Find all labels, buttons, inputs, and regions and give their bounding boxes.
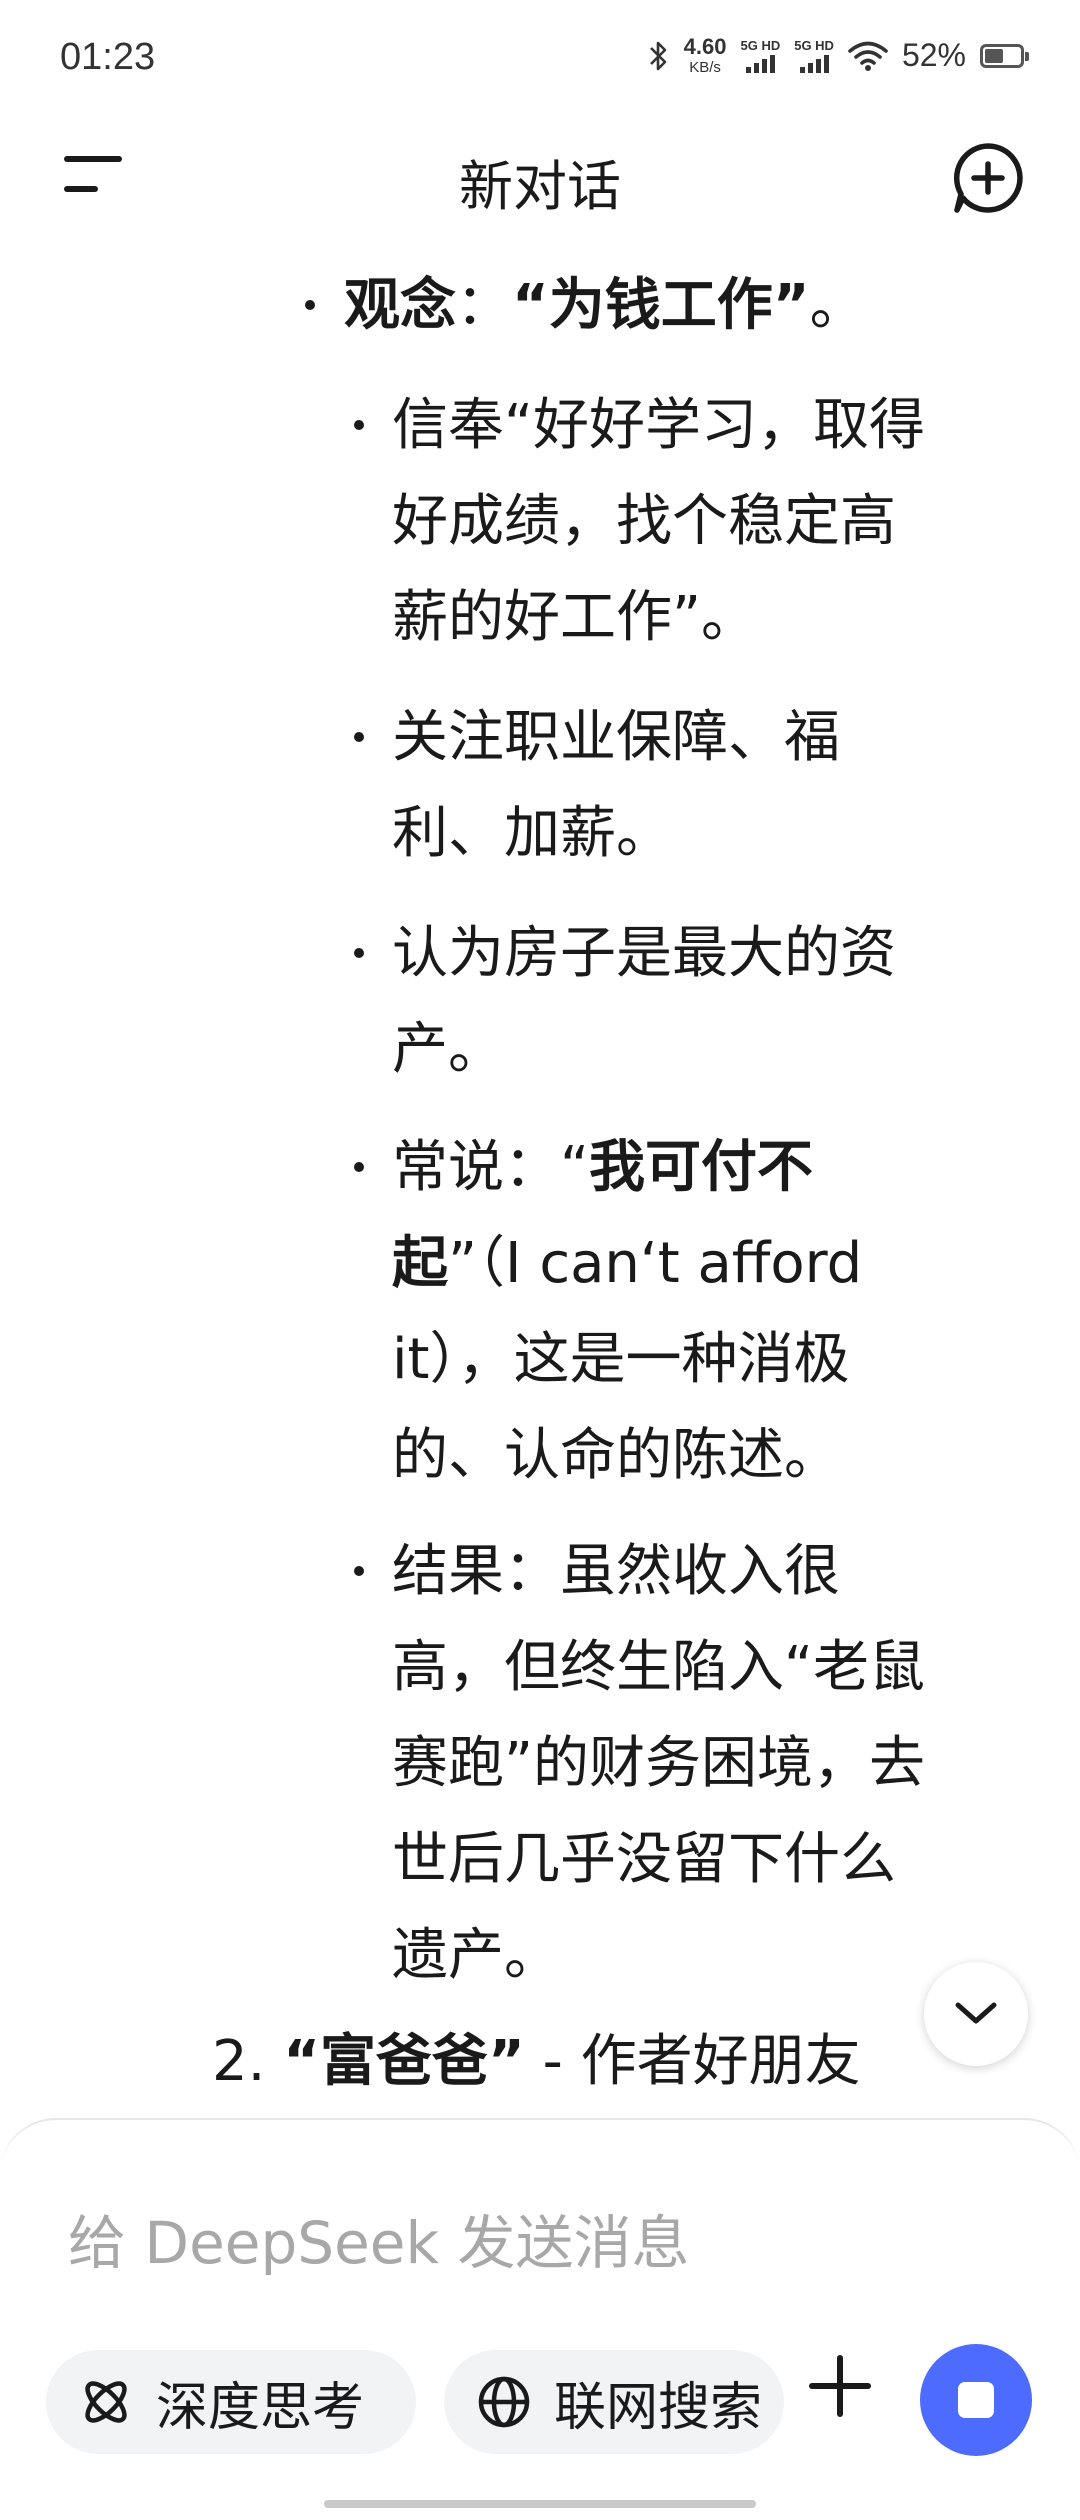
subitem-line: 常说：“我可付不 (392, 1120, 813, 1216)
home-indicator[interactable] (324, 2500, 756, 2508)
bluetooth-icon (649, 41, 666, 70)
new-chat-icon (953, 143, 1023, 213)
sim1-label: 5G HD (740, 37, 781, 53)
message-input[interactable]: 给 DeepSeek 发送消息 (68, 2196, 690, 2280)
deep-think-button[interactable]: 深度思考 (46, 2350, 416, 2454)
sim2-signal-icon (799, 54, 829, 73)
item-rest: - 作者好朋友 (524, 2029, 861, 2094)
deep-think-label: 深度思考 (156, 2377, 365, 2438)
sub-bullet (354, 1162, 364, 1172)
quote-bold-1: 我可付不 (589, 1135, 814, 1200)
network-speed: 4.60 KB/s (683, 34, 727, 76)
subitem-line: 产。 (392, 1017, 504, 1082)
list-bullet (305, 300, 315, 310)
network-speed-value: 4.60 (683, 34, 727, 59)
quote-suffix: ”（I can‘t afford (448, 1231, 863, 1296)
sim2-signal: 5G HD (794, 39, 834, 73)
web-search-label: 联网搜索 (554, 2377, 763, 2438)
plus-icon (809, 2355, 871, 2417)
subitem-line: 认为房子是最大的资 (392, 921, 896, 986)
sub-bullet (354, 1566, 364, 1576)
attach-button[interactable] (804, 2350, 876, 2422)
sub-bullet (354, 420, 364, 430)
sub-bullet (354, 732, 364, 742)
status-bar: 01:23 4.60 KB/s 5G HD 5G HD 52% (0, 0, 1080, 120)
battery-percent: 52% (901, 37, 966, 73)
scroll-to-bottom-button[interactable] (924, 1962, 1028, 2066)
subitem-line: 薪的好工作”。 (392, 585, 758, 650)
page-title: 新对话 (459, 155, 621, 218)
chevron-down-icon (955, 2002, 997, 2024)
chat-screen: 01:23 4.60 KB/s 5G HD 5G HD 52% 新对话 观念：“… (0, 0, 1080, 2520)
item-title: “富爸爸” (283, 2029, 525, 2094)
stop-generation-button[interactable] (920, 2344, 1032, 2456)
numbered-item: 2. “富爸爸” - 作者好朋友 (212, 2014, 861, 2110)
atom-icon (85, 2381, 127, 2423)
globe-icon (478, 2376, 530, 2428)
subitem-line: 遗产。 (392, 1923, 560, 1988)
subitem-line: it），这是一种消极 (392, 1327, 850, 1392)
subitem-line: 赛跑”的财务困境，去 (392, 1731, 926, 1796)
sim1-signal-icon (745, 54, 775, 73)
sub-bullet (354, 948, 364, 958)
concept-end: 。 (809, 273, 866, 338)
subitem-line: 好成绩，找个稳定高 (392, 489, 896, 554)
concept-label: 观念 (344, 273, 456, 338)
subitem-line: 高，但终生陷入“老鼠 (392, 1635, 926, 1700)
battery-icon (980, 43, 1029, 68)
chat-message: 观念：“为钱工作”。 信奉“好好学习，取得 好成绩，找个稳定高 薪的好工作”。 … (0, 240, 1080, 2120)
list-item-concept: 观念：“为钱工作”。 (344, 258, 866, 354)
sim2-label: 5G HD (794, 37, 834, 53)
quote-prefix: 常说：“ (392, 1135, 590, 1200)
wifi-icon (848, 41, 888, 71)
stop-icon (958, 2382, 994, 2418)
new-chat-button[interactable] (950, 140, 1026, 216)
quote-bold-2: 起 (392, 1231, 448, 1296)
subitem-line: 的、认命的陈述。 (392, 1423, 840, 1488)
subitem-line: 世后几乎没留下什么 (392, 1827, 896, 1892)
item-number: 2. (212, 2029, 266, 2094)
subitem-line: 信奉“好好学习，取得 (392, 393, 926, 458)
concept-sep: ： (456, 273, 512, 338)
status-time: 01:23 (60, 36, 156, 78)
subitem-line: 起”（I can‘t afford (392, 1216, 862, 1312)
web-search-button[interactable]: 联网搜索 (444, 2350, 784, 2454)
input-panel: 给 DeepSeek 发送消息 深度思考 联网搜索 (0, 2118, 1080, 2520)
subitem-line: 利、加薪。 (392, 801, 672, 866)
app-header: 新对话 (0, 120, 1080, 230)
subitem-line: 关注职业保障、福 (392, 705, 840, 770)
concept-value: “为钱工作” (512, 273, 810, 338)
status-icons: 4.60 KB/s 5G HD 5G HD 52% (646, 34, 1029, 76)
network-speed-unit: KB/s (689, 59, 721, 76)
subitem-line: 结果：虽然收入很 (392, 1539, 840, 1604)
sim1-signal: 5G HD (740, 39, 780, 73)
